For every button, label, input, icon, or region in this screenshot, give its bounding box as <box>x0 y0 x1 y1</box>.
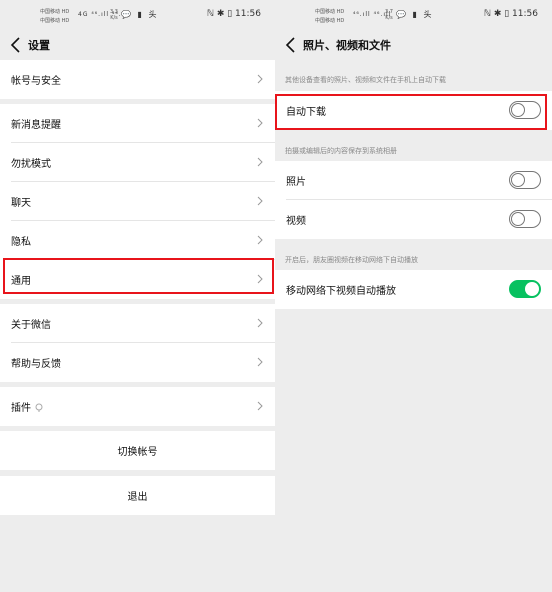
speed-unit: K/s <box>110 15 118 21</box>
status-right: ℕ ✱ ▯ 11:56 <box>207 9 261 19</box>
auto-download-toggle[interactable] <box>509 101 541 119</box>
page-title: 照片、视频和文件 <box>303 39 391 52</box>
section-note-save-to-album: 拍摄或编辑后的内容保存到系统相册 <box>285 147 397 155</box>
settings-item-label: 关于微信 <box>11 320 51 331</box>
mobile-autoplay-toggle[interactable] <box>509 280 541 298</box>
notification-icons: 💬 ▮ 头 <box>121 10 159 19</box>
carrier-info: 中国移动 HD 中国移动 HD <box>40 8 69 26</box>
notification-icons: 💬 ▮ 头 <box>396 10 434 19</box>
settings-screen: 中国移动 HD 中国移动 HD 4G ⁴⁶.ıll ⁴⁶.ıll 3.3 K/s… <box>0 0 275 592</box>
network-speed: 3.3 K/s <box>110 9 118 21</box>
settings-item-general[interactable]: 通用 <box>0 260 275 299</box>
chevron-right-icon <box>257 401 263 411</box>
carrier-2: 中国移动 HD <box>315 18 345 24</box>
network-speed: 3.7 K/s <box>385 9 393 21</box>
nav-bar: 照片、视频和文件 <box>275 30 552 60</box>
settings-item-label: 帮助与反馈 <box>11 359 61 370</box>
toggle-knob <box>511 173 525 187</box>
settings-item-label: 聊天 <box>11 198 31 209</box>
chevron-right-icon <box>257 118 263 128</box>
status-right: ℕ ✱ ▯ 11:56 <box>484 9 538 19</box>
carrier-2: 中国移动 HD <box>40 18 70 24</box>
carrier-1: 中国移动 HD <box>315 9 345 15</box>
plugins-label: 插件 <box>11 403 31 414</box>
carrier-info: 中国移动 HD 中国移动 HD <box>315 8 344 26</box>
photos-toggle[interactable] <box>509 171 541 189</box>
settings-item-plugins[interactable]: 插件 <box>0 387 275 426</box>
settings-item-label: 隐私 <box>11 237 31 248</box>
chevron-right-icon <box>257 274 263 284</box>
videos-toggle[interactable] <box>509 210 541 228</box>
carrier-1: 中国移动 HD <box>40 9 70 15</box>
status-icons-time: ℕ ✱ ▯ 11:56 <box>206 9 261 19</box>
setting-auto-download[interactable]: 自动下载 <box>275 91 552 130</box>
toggle-knob <box>511 212 525 226</box>
plugin-icon <box>35 403 43 415</box>
back-icon[interactable] <box>285 36 297 54</box>
settings-item-help-feedback[interactable]: 帮助与反馈 <box>0 343 275 382</box>
chevron-right-icon <box>257 74 263 84</box>
section-note-auto-download: 其他设备查看的照片、视频和文件在手机上自动下载 <box>285 76 446 84</box>
settings-item-account-security[interactable]: 帐号与安全 <box>0 60 275 99</box>
chevron-right-icon <box>257 196 263 206</box>
settings-item-label: 通用 <box>11 276 31 287</box>
settings-item-chat[interactable]: 聊天 <box>0 182 275 221</box>
photos-videos-files-screen: 中国移动 HD 中国移动 HD ⁴⁶.ıll ⁴⁶.ıll 3.7 K/s 💬 … <box>275 0 552 592</box>
setting-mobile-autoplay[interactable]: 移动网络下视频自动播放 <box>275 270 552 309</box>
back-icon[interactable] <box>10 36 22 54</box>
chevron-right-icon <box>257 357 263 367</box>
switch-account-label: 切换帐号 <box>117 447 158 458</box>
nav-bar: 设置 <box>0 30 275 60</box>
setting-label: 照片 <box>286 177 306 188</box>
setting-label: 移动网络下视频自动播放 <box>286 286 396 297</box>
chevron-right-icon <box>257 235 263 245</box>
status-icons-time: ℕ ✱ ▯ 11:56 <box>483 9 538 19</box>
settings-item-do-not-disturb[interactable]: 勿扰模式 <box>0 143 275 182</box>
status-bar: 中国移动 HD 中国移动 HD ⁴⁶.ıll ⁴⁶.ıll 3.7 K/s 💬 … <box>275 0 552 30</box>
switch-account-button[interactable]: 切换帐号 <box>0 431 275 470</box>
settings-item-about-wechat[interactable]: 关于微信 <box>0 304 275 343</box>
settings-item-label: 新消息提醒 <box>11 120 61 131</box>
logout-button[interactable]: 退出 <box>0 476 275 515</box>
status-bar: 中国移动 HD 中国移动 HD 4G ⁴⁶.ıll ⁴⁶.ıll 3.3 K/s… <box>0 0 275 30</box>
toggle-knob <box>511 103 525 117</box>
settings-item-label: 勿扰模式 <box>11 159 51 170</box>
setting-photos[interactable]: 照片 <box>275 161 552 200</box>
settings-item-label: 插件 <box>11 399 43 415</box>
setting-videos[interactable]: 视频 <box>275 200 552 239</box>
settings-item-label: 帐号与安全 <box>11 76 61 87</box>
logout-label: 退出 <box>127 492 148 503</box>
setting-label: 视频 <box>286 216 306 227</box>
setting-label: 自动下载 <box>286 107 326 118</box>
toggle-knob <box>525 282 539 296</box>
page-title: 设置 <box>28 39 50 52</box>
chevron-right-icon <box>257 318 263 328</box>
settings-item-new-message-alerts[interactable]: 新消息提醒 <box>0 104 275 143</box>
section-note-moments-video: 开启后，朋友圈视频在移动网络下自动播放 <box>285 256 418 264</box>
settings-item-privacy[interactable]: 隐私 <box>0 221 275 260</box>
chevron-right-icon <box>257 157 263 167</box>
speed-unit: K/s <box>385 15 393 21</box>
